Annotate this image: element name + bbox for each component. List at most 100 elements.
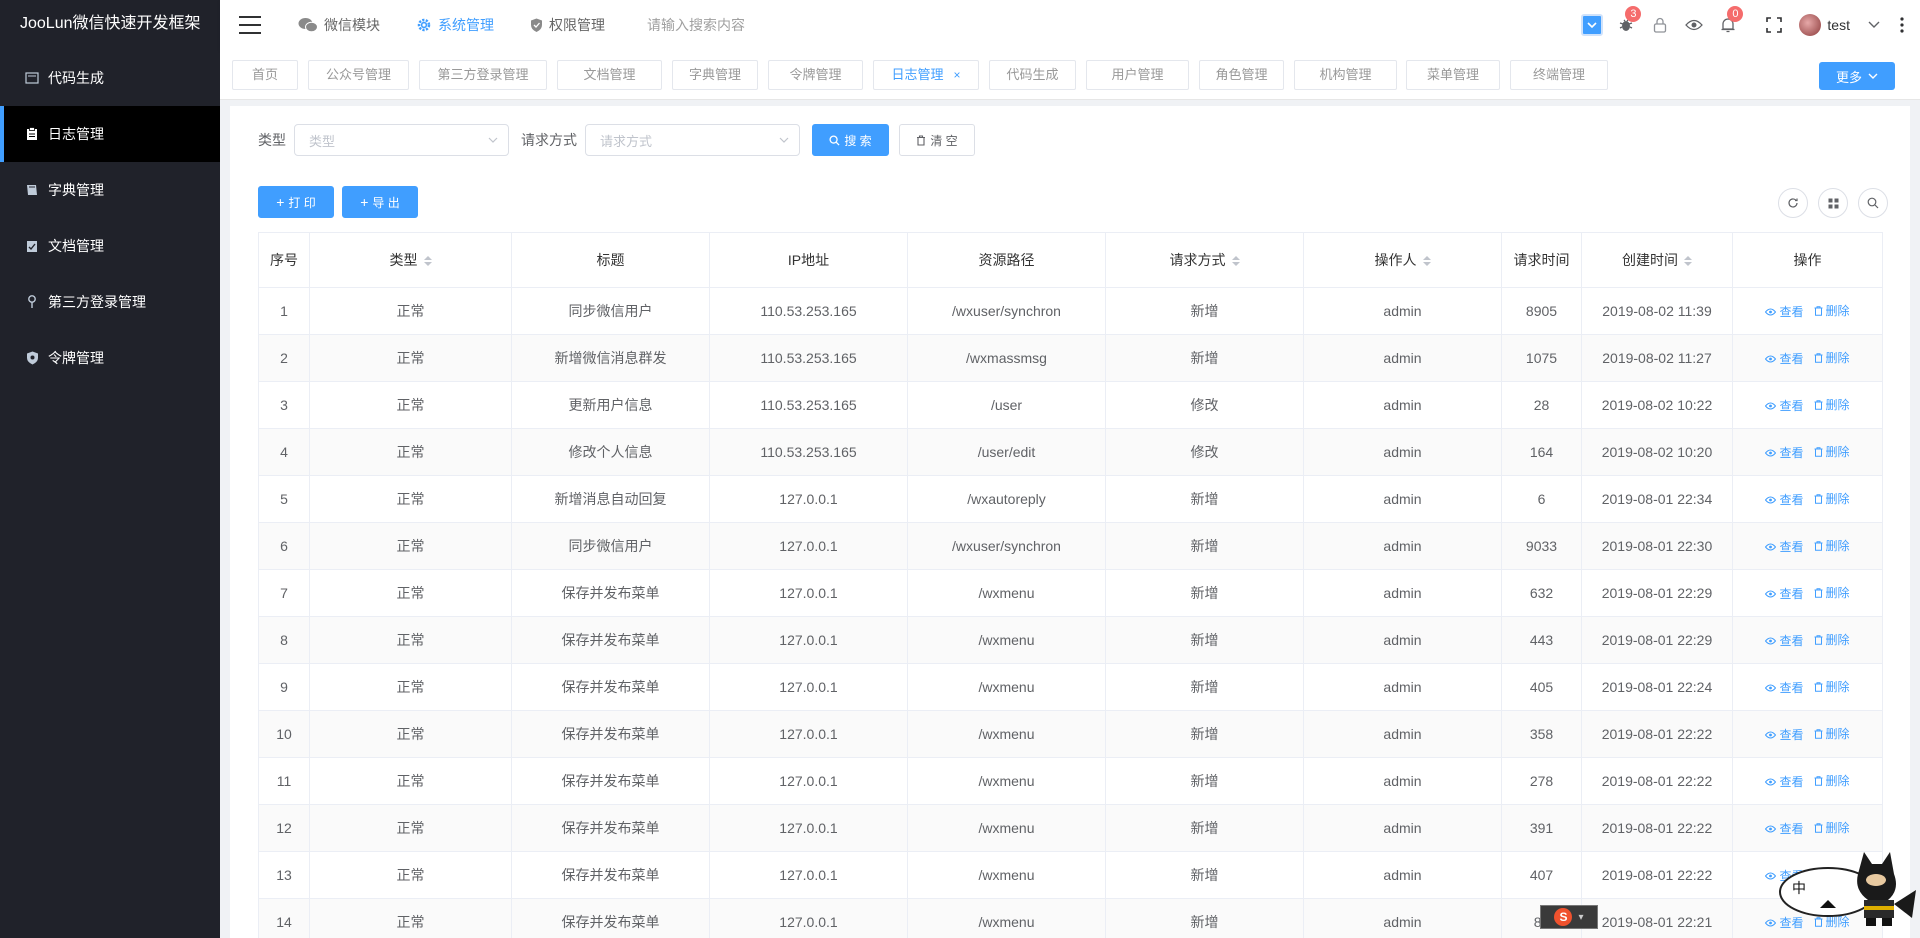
top-header: 微信模块 系统管理 权限管理 请输入搜索内容 3 0 test [220,0,1920,50]
sort-caret-icon[interactable] [423,256,432,267]
view-label: 查看 [1779,775,1804,789]
view-button[interactable]: 查看 [1765,773,1804,790]
view-button[interactable]: 查看 [1765,444,1804,461]
delete-button[interactable]: 删除 [1814,678,1850,695]
view-button[interactable]: 查看 [1765,585,1804,602]
sidebar-item-5[interactable]: 令牌管理 [0,330,220,386]
notification-button[interactable]: 0 [1711,0,1745,50]
preview-button[interactable] [1677,0,1711,50]
table-cell: 2019-08-01 22:22 [1581,710,1733,758]
table-cell: 110.53.253.165 [709,287,908,335]
tag-2[interactable]: 第三方登录管理 [419,60,547,90]
lock-button[interactable] [1643,0,1677,50]
view-button[interactable]: 查看 [1765,726,1804,743]
top-nav-item-0[interactable]: 微信模块 [280,0,398,50]
tag-6[interactable]: 日志管理 × [873,60,979,90]
tag-7[interactable]: 代码生成 [989,60,1076,90]
header-search-input[interactable]: 请输入搜索内容 [647,15,907,35]
refresh-button[interactable] [1778,188,1808,218]
delete-button[interactable]: 删除 [1814,490,1850,507]
sort-caret-icon[interactable] [1422,256,1431,267]
mascot-widget[interactable]: 中 [1778,830,1920,938]
view-button[interactable]: 查看 [1765,679,1804,696]
table-cell: /wxmenu [907,663,1106,711]
tag-0[interactable]: 首页 [232,60,298,90]
column-header[interactable]: 操作人 [1303,232,1502,288]
view-button[interactable]: 查看 [1765,303,1804,320]
sidebar-item-label: 第三方登录管理 [48,294,146,310]
table-cell: admin [1303,334,1502,382]
view-button[interactable]: 查看 [1765,491,1804,508]
tags-more-button[interactable]: 更多 [1819,62,1895,90]
eye-icon [1765,731,1777,738]
ime-mode-label: 中 [1792,880,1806,896]
delete-button[interactable]: 删除 [1814,349,1850,366]
column-header[interactable]: 类型 [309,232,512,288]
more-options-button[interactable] [1890,0,1914,50]
column-header[interactable]: 创建时间 [1581,232,1733,288]
tag-5[interactable]: 令牌管理 [768,60,863,90]
user-menu[interactable]: test [1791,0,1890,50]
search-button[interactable]: 搜 索 [812,124,889,156]
tag-12[interactable]: 终端管理 [1510,60,1608,90]
table-cell: 278 [1501,757,1582,805]
view-button[interactable]: 查看 [1765,538,1804,555]
view-button[interactable]: 查看 [1765,397,1804,414]
bug-log-button[interactable]: 3 [1609,0,1643,50]
top-nav-item-2[interactable]: 权限管理 [512,0,623,50]
chevron-down-icon [1868,73,1878,79]
tag-8[interactable]: 用户管理 [1086,60,1189,90]
table-cell: 2019-08-01 22:24 [1581,663,1733,711]
delete-button[interactable]: 删除 [1814,302,1850,319]
tag-3[interactable]: 文档管理 [557,60,662,90]
view-button[interactable]: 查看 [1765,632,1804,649]
export-button[interactable]: + 导 出 [342,186,418,218]
clear-button[interactable]: 清 空 [899,124,975,156]
tag-11[interactable]: 菜单管理 [1406,60,1500,90]
table-cell: 新增 [1105,710,1304,758]
table-cell: 28 [1501,381,1582,429]
print-button[interactable]: + 打 印 [258,186,334,218]
sidebar-item-0[interactable]: 代码生成 [0,50,220,106]
column-header: 序号 [258,232,310,288]
sidebar-item-3[interactable]: 文档管理 [0,218,220,274]
fullscreen-button[interactable] [1757,0,1791,50]
color-picker-button[interactable] [1575,0,1609,50]
eye-icon [1765,778,1777,785]
column-header[interactable]: 请求方式 [1105,232,1304,288]
row-actions: 查看 删除 [1732,381,1883,429]
eye-icon [1765,590,1777,597]
top-nav-item-1[interactable]: 系统管理 [398,0,512,50]
delete-button[interactable]: 删除 [1814,396,1850,413]
toggle-search-button[interactable] [1858,188,1888,218]
sidebar-item-2[interactable]: 字典管理 [0,162,220,218]
delete-button[interactable]: 删除 [1814,537,1850,554]
tag-4[interactable]: 字典管理 [672,60,758,90]
hamburger-button[interactable] [220,0,280,50]
tag-1[interactable]: 公众号管理 [308,60,409,90]
close-icon[interactable]: × [954,68,961,82]
sidebar-item-label: 令牌管理 [48,350,104,366]
delete-button[interactable]: 删除 [1814,772,1850,789]
columns-button[interactable] [1818,188,1848,218]
delete-button[interactable]: 删除 [1814,725,1850,742]
grid-icon [1828,198,1838,208]
delete-button[interactable]: 删除 [1814,584,1850,601]
sort-caret-icon[interactable] [1684,256,1692,267]
sidebar-item-4[interactable]: 第三方登录管理 [0,274,220,330]
sort-caret-icon[interactable] [1231,256,1240,267]
tag-10[interactable]: 机构管理 [1294,60,1397,90]
view-button[interactable]: 查看 [1765,350,1804,367]
trash-icon [1814,728,1822,739]
tag-9[interactable]: 角色管理 [1199,60,1284,90]
delete-button[interactable]: 删除 [1814,631,1850,648]
ime-toolbar[interactable]: S ▾ [1540,905,1598,929]
table-cell: 新增微信消息群发 [511,334,710,382]
sidebar-item-1[interactable]: 日志管理 [0,106,220,162]
trash-icon [1814,305,1822,316]
view-label: 查看 [1779,728,1804,742]
table-cell: 保存并发布菜单 [511,616,710,664]
delete-button[interactable]: 删除 [1814,443,1850,460]
type-select[interactable]: 类型 [294,124,509,156]
method-select[interactable]: 请求方式 [585,124,800,156]
